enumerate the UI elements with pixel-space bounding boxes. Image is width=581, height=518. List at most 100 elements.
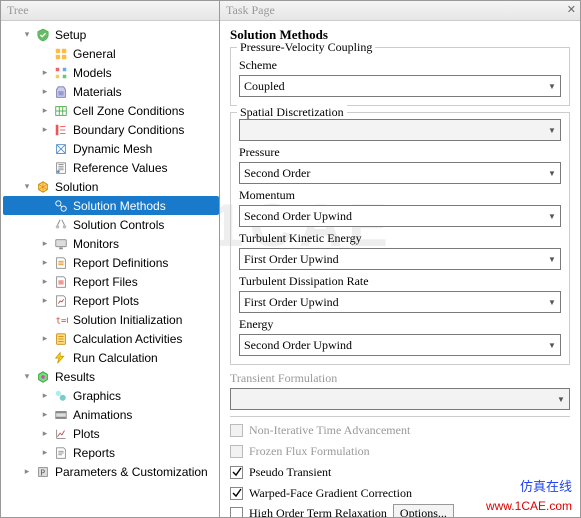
tree-label: Report Plots [73, 294, 139, 308]
svg-text:t=0: t=0 [56, 316, 68, 326]
tree-header: Tree [1, 1, 219, 21]
tree-body[interactable]: ▾ Setup ▸ General ▸ Models ▸ Materials ▸… [1, 21, 219, 517]
calc-activities-icon [53, 331, 69, 347]
boundary-icon [53, 122, 69, 138]
warped-checkbox[interactable] [230, 487, 243, 500]
tke-select[interactable]: First Order Upwind ▼ [239, 248, 561, 270]
task-panel: Task Page ✕ 1CAE Solution Methods Pressu… [220, 1, 580, 517]
pseudo-checkbox[interactable] [230, 466, 243, 479]
tree-node-calc-activities[interactable]: ▸ Calculation Activities [3, 329, 219, 348]
tree-label: Solution [55, 180, 98, 194]
tree-node-solution-init[interactable]: ▸ t=0 Solution Initialization [3, 310, 219, 329]
momentum-select[interactable]: Second Order Upwind ▼ [239, 205, 561, 227]
energy-select[interactable]: Second Order Upwind ▼ [239, 334, 561, 356]
tf-label: Transient Formulation [230, 371, 570, 386]
expander-right-icon[interactable]: ▸ [39, 447, 51, 459]
general-icon [53, 46, 69, 62]
reports-icon [53, 445, 69, 461]
expander-right-icon[interactable]: ▸ [39, 67, 51, 79]
highorder-label: High Order Term Relaxation [249, 506, 387, 517]
expander-right-icon[interactable]: ▸ [39, 276, 51, 288]
expander-right-icon[interactable]: ▸ [39, 124, 51, 136]
controls-icon [53, 217, 69, 233]
tree-label: Cell Zone Conditions [73, 104, 184, 118]
scheme-label: Scheme [239, 58, 561, 73]
chevron-down-icon: ▼ [544, 120, 560, 140]
tree-node-plots[interactable]: ▸ Plots [3, 424, 219, 443]
tree-node-run-calculation[interactable]: ▸ Run Calculation [3, 348, 219, 367]
expander-down-icon[interactable]: ▾ [21, 181, 33, 193]
brand-text: 仿真在线 [520, 476, 572, 495]
pvc-legend: Pressure-Velocity Coupling [237, 40, 375, 55]
tree-node-graphics[interactable]: ▸ Graphics [3, 386, 219, 405]
divider [230, 416, 570, 417]
expander-down-icon[interactable]: ▾ [21, 29, 33, 41]
sd-legend: Spatial Discretization [237, 105, 347, 120]
tree-label: Materials [73, 85, 122, 99]
tree-label: Boundary Conditions [73, 123, 184, 137]
task-body: 1CAE Solution Methods Pressure-Velocity … [220, 21, 580, 517]
chevron-down-icon: ▼ [553, 389, 569, 409]
tree-node-general[interactable]: ▸ General [3, 44, 219, 63]
highorder-checkbox[interactable] [230, 507, 243, 517]
frozen-row: Frozen Flux Formulation [230, 441, 570, 461]
tree-node-models[interactable]: ▸ Models [3, 63, 219, 82]
cell-zone-icon [53, 103, 69, 119]
scheme-select[interactable]: Coupled ▼ [239, 75, 561, 97]
expander-right-icon[interactable]: ▸ [39, 86, 51, 98]
tree-node-parameters[interactable]: ▸ P Parameters & Customization [3, 462, 219, 481]
tree-node-report-files[interactable]: ▸ Report Files [3, 272, 219, 291]
tree-node-report-definitions[interactable]: ▸ Report Definitions [3, 253, 219, 272]
tree-node-solution[interactable]: ▾ Solution [3, 177, 219, 196]
tree-label: Solution Controls [73, 218, 164, 232]
animations-icon [53, 407, 69, 423]
setup-icon [35, 27, 51, 43]
tree-node-reports[interactable]: ▸ Reports [3, 443, 219, 462]
tree-node-dynmesh[interactable]: ▸ Dynamic Mesh [3, 139, 219, 158]
expander-down-icon[interactable]: ▾ [21, 371, 33, 383]
tree-node-cellzone[interactable]: ▸ Cell Zone Conditions [3, 101, 219, 120]
expander-right-icon[interactable]: ▸ [39, 390, 51, 402]
expander-right-icon[interactable]: ▸ [39, 238, 51, 250]
tdr-select[interactable]: First Order Upwind ▼ [239, 291, 561, 313]
chevron-down-icon: ▼ [544, 206, 560, 226]
tree-node-solution-controls[interactable]: ▸ Solution Controls [3, 215, 219, 234]
chevron-down-icon: ▼ [544, 335, 560, 355]
expander-right-icon[interactable]: ▸ [21, 466, 33, 478]
expander-right-icon[interactable]: ▸ [39, 333, 51, 345]
tree-label: Report Definitions [73, 256, 168, 270]
tree-node-animations[interactable]: ▸ Animations [3, 405, 219, 424]
tree-label: Solution Initialization [73, 313, 182, 327]
task-header-label: Task Page [226, 3, 275, 18]
tree-node-materials[interactable]: ▸ Materials [3, 82, 219, 101]
expander-right-icon[interactable]: ▸ [39, 428, 51, 440]
tree-node-monitors[interactable]: ▸ Monitors [3, 234, 219, 253]
pressure-select[interactable]: Second Order ▼ [239, 162, 561, 184]
tree-node-results[interactable]: ▾ Results [3, 367, 219, 386]
options-button[interactable]: Options... [393, 504, 454, 517]
report-files-icon [53, 274, 69, 290]
chevron-down-icon: ▼ [544, 163, 560, 183]
plots-icon [53, 426, 69, 442]
tree-node-refvals[interactable]: ▸ Reference Values [3, 158, 219, 177]
expander-right-icon[interactable]: ▸ [39, 409, 51, 421]
tree-node-solution-methods[interactable]: ▸ Solution Methods [3, 196, 219, 215]
expander-right-icon[interactable]: ▸ [39, 295, 51, 307]
tree-node-setup[interactable]: ▾ Setup [3, 25, 219, 44]
scheme-value: Coupled [244, 79, 285, 94]
close-icon[interactable]: ✕ [567, 3, 576, 16]
expander-right-icon[interactable]: ▸ [39, 105, 51, 117]
tree-node-report-plots[interactable]: ▸ Report Plots [3, 291, 219, 310]
energy-value: Second Order Upwind [244, 338, 352, 353]
tree-label: Parameters & Customization [55, 465, 208, 479]
expander-right-icon[interactable]: ▸ [39, 257, 51, 269]
tree-header-label: Tree [7, 3, 29, 18]
tree-label: Setup [55, 28, 86, 42]
tf-select: ▼ [230, 388, 570, 410]
tree-label: Run Calculation [73, 351, 158, 365]
tdr-value: First Order Upwind [244, 295, 339, 310]
noniter-checkbox [230, 424, 243, 437]
models-icon [53, 65, 69, 81]
tree-node-boundary[interactable]: ▸ Boundary Conditions [3, 120, 219, 139]
gradient-select[interactable]: ▼ [239, 119, 561, 141]
